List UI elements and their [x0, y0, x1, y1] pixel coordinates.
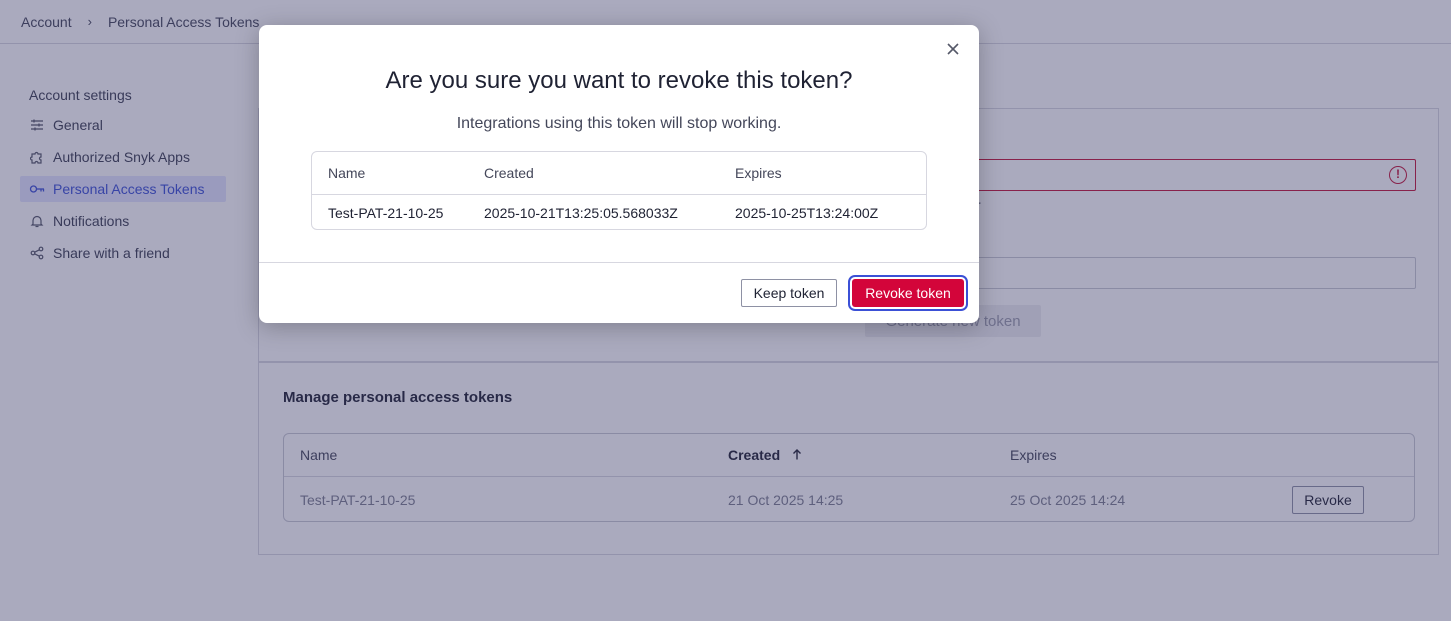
close-button[interactable]	[943, 41, 963, 61]
dialog-token-table: Name Created Expires Test-PAT-21-10-25 2…	[311, 151, 927, 230]
column-created: Created	[484, 165, 534, 181]
dialog-title: Are you sure you want to revoke this tok…	[385, 67, 853, 94]
dialog-subtitle: Integrations using this token will stop …	[456, 115, 782, 132]
close-icon	[946, 42, 960, 61]
table-header: Name Created Expires	[312, 152, 926, 195]
table-row: Test-PAT-21-10-25 2025-10-21T13:25:05.56…	[312, 195, 926, 230]
token-created-cell: 2025-10-21T13:25:05.568033Z	[484, 204, 678, 221]
keep-token-button[interactable]: Keep token	[741, 279, 837, 307]
token-name-cell: Test-PAT-21-10-25	[328, 204, 444, 221]
column-expires: Expires	[735, 165, 782, 181]
revoke-token-dialog: Are you sure you want to revoke this tok…	[259, 25, 979, 323]
dialog-divider	[259, 262, 979, 263]
revoke-token-button[interactable]: Revoke token	[852, 279, 964, 307]
token-expires-cell: 2025-10-25T13:24:00Z	[735, 204, 879, 221]
column-name: Name	[328, 165, 366, 181]
